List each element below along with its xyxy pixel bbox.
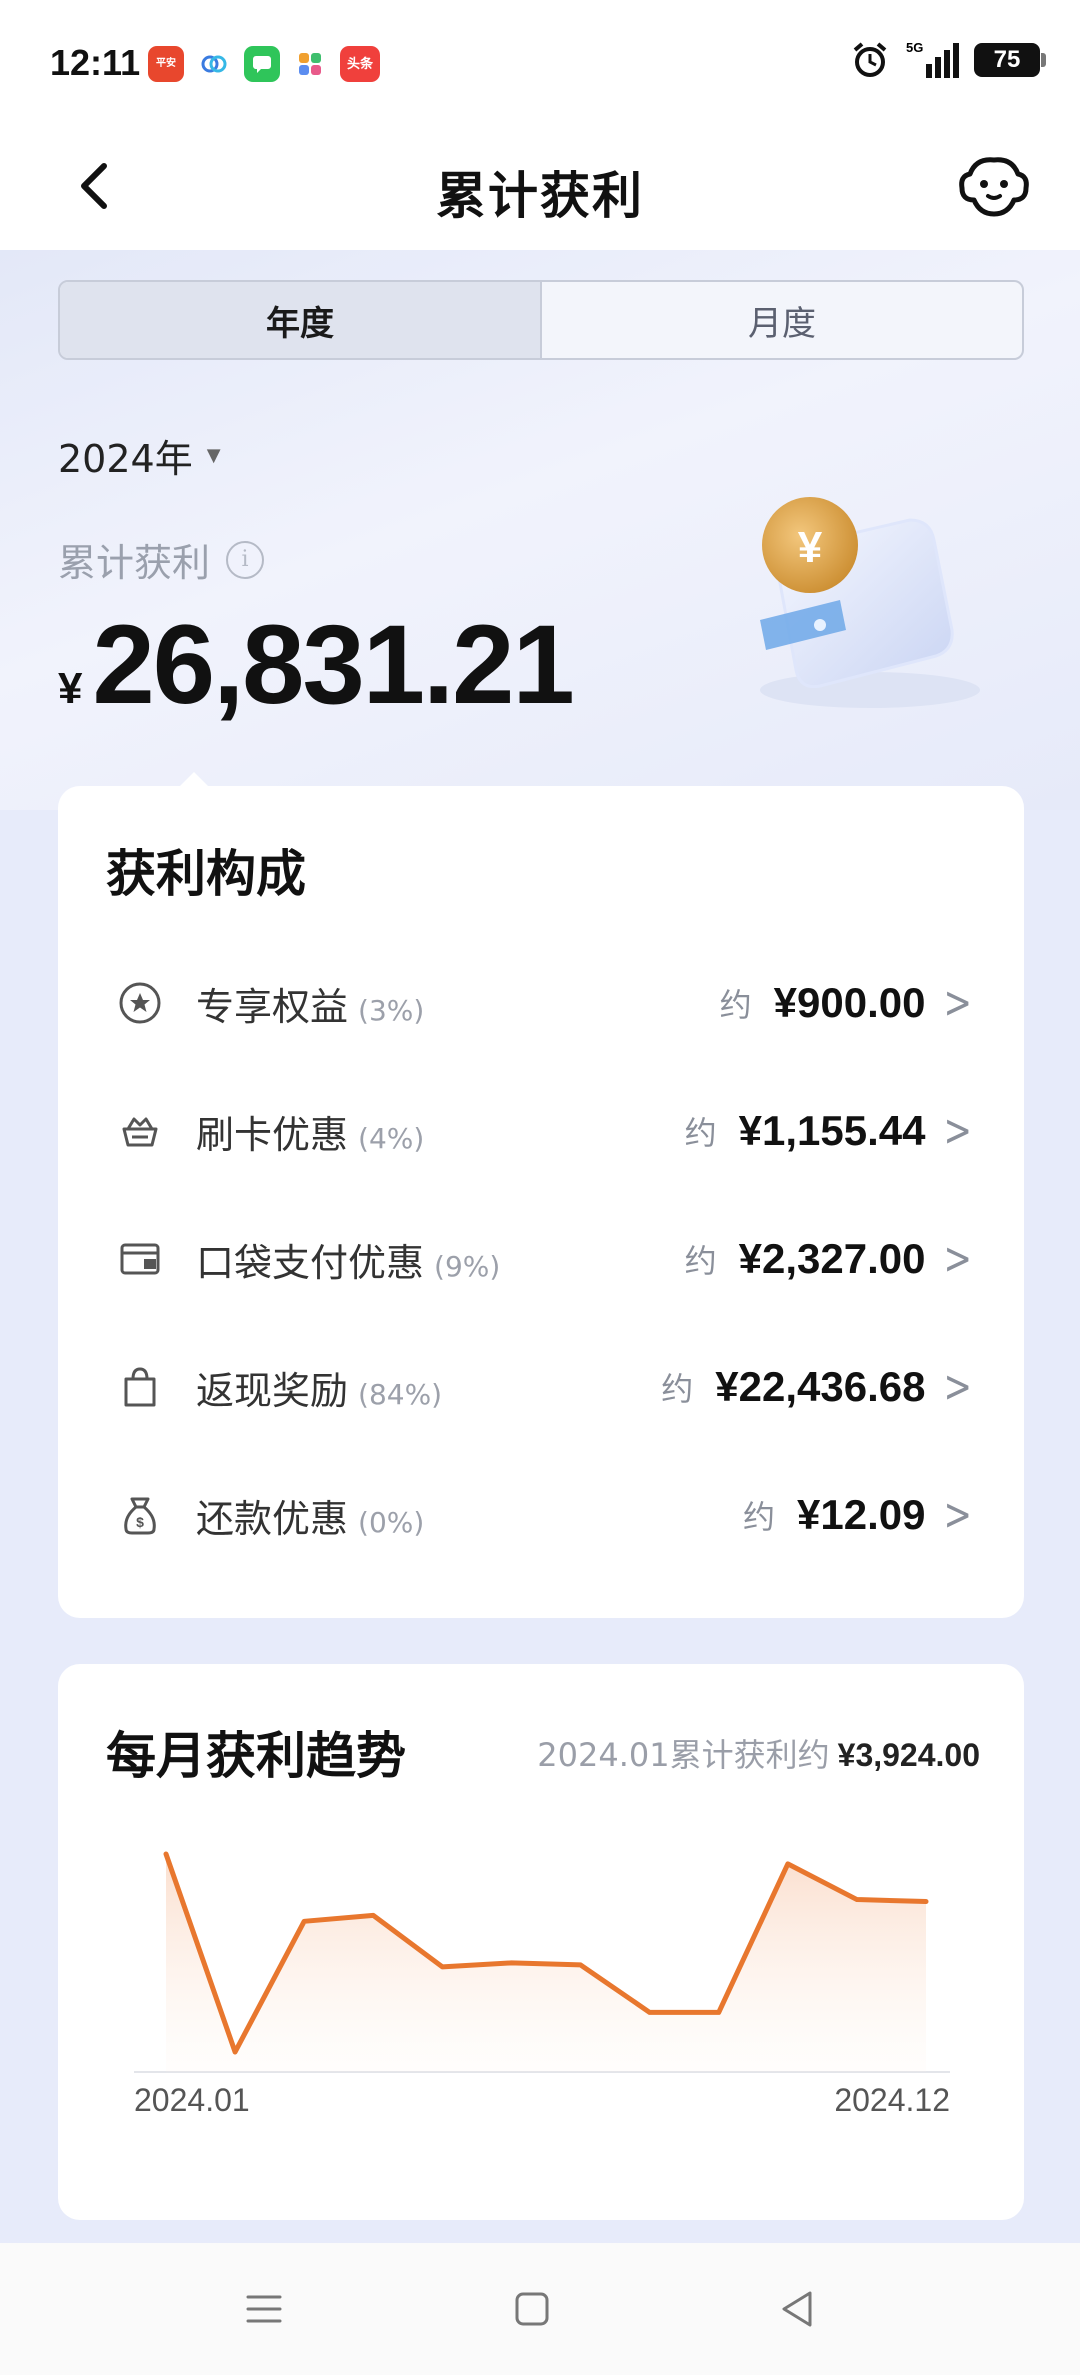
composition-item-repayment-discount[interactable]: $ 还款优惠 (0%) 约 ¥12.09 > bbox=[58, 1470, 1024, 1560]
chevron-right-icon: > bbox=[943, 1105, 973, 1157]
composition-item-name: 刷卡优惠 bbox=[196, 1112, 349, 1157]
trend-summary-label: 2024.01累计获利约 bbox=[537, 1736, 830, 1774]
trend-summary-amount: ¥3,924.00 bbox=[837, 1737, 980, 1773]
info-icon[interactable]: i bbox=[226, 540, 265, 579]
money-bag-icon: $ bbox=[124, 1497, 156, 1535]
star-badge-icon bbox=[119, 982, 161, 1024]
total-profit-amount: ¥ 26,831.21 bbox=[58, 600, 575, 729]
trend-summary: 2024.01累计获利约 ¥3,924.00 bbox=[537, 1730, 980, 1776]
card-pointer bbox=[178, 772, 210, 788]
status-bar: 12:11 平安 头条 5G 75 bbox=[0, 0, 1080, 128]
composition-item-pct: (4%) bbox=[358, 1121, 425, 1155]
composition-item-name: 还款优惠 bbox=[196, 1496, 349, 1541]
composition-item-exclusive-benefits[interactable]: 专享权益 (3%) 约 ¥900.00 > bbox=[58, 958, 1024, 1048]
message-app-icon bbox=[244, 46, 280, 82]
summary-hero: 年度 月度 2024年 ▼ 累计获利 i ¥ 26,831.21 ¥ bbox=[0, 250, 1080, 810]
composition-item-amount: ¥2,327.00 bbox=[738, 1235, 926, 1282]
total-profit-label-row: 累计获利 i bbox=[58, 532, 265, 587]
tab-yearly[interactable]: 年度 bbox=[60, 282, 542, 358]
back-triangle-icon[interactable] bbox=[774, 2285, 822, 2333]
x-axis-start-label: 2024.01 bbox=[134, 2082, 250, 2118]
composition-item-amount: ¥900.00 bbox=[773, 979, 926, 1026]
approx-label: 约 bbox=[684, 1242, 717, 1280]
toutiao-app-icon: 头条 bbox=[340, 46, 380, 82]
x-axis-end-label: 2024.12 bbox=[834, 2082, 950, 2118]
wallet-coin-illustration: ¥ bbox=[760, 497, 980, 708]
svg-text:5G: 5G bbox=[906, 40, 923, 55]
total-profit-value: 26,831.21 bbox=[92, 602, 574, 727]
status-app-icons: 平安 头条 bbox=[148, 46, 380, 82]
menu-icon[interactable] bbox=[240, 2285, 288, 2333]
status-indicators: 5G 75 bbox=[850, 40, 1046, 80]
year-value: 2024年 bbox=[58, 437, 193, 481]
composition-item-name: 返现奖励 bbox=[196, 1368, 349, 1413]
composition-item-pct: (84%) bbox=[358, 1377, 443, 1411]
alarm-icon bbox=[853, 42, 887, 77]
home-icon[interactable] bbox=[508, 2285, 556, 2333]
composition-item-card-discount[interactable]: 刷卡优惠 (4%) 约 ¥1,155.44 > bbox=[58, 1086, 1024, 1176]
customer-service-icon[interactable] bbox=[956, 154, 1032, 220]
composition-title: 获利构成 bbox=[106, 845, 306, 903]
composition-item-pct: (0%) bbox=[358, 1505, 425, 1539]
svg-text:¥: ¥ bbox=[798, 523, 823, 572]
chevron-right-icon: > bbox=[943, 1233, 973, 1285]
shopping-bag-icon bbox=[124, 1367, 156, 1407]
total-profit-label: 累计获利 bbox=[58, 541, 211, 585]
composition-item-name: 专享权益 bbox=[196, 984, 349, 1029]
year-dropdown[interactable]: 2024年 ▼ bbox=[58, 428, 221, 483]
swirl-app-icon bbox=[196, 46, 232, 82]
tab-monthly[interactable]: 月度 bbox=[542, 282, 1022, 358]
pingan-bank-app-icon: 平安 bbox=[148, 46, 184, 82]
monthly-trend-card: 每月获利趋势 2024.01累计获利约 ¥3,924.00 2024.01 20… bbox=[58, 1664, 1024, 2220]
approx-label: 约 bbox=[743, 1498, 776, 1536]
trend-title: 每月获利趋势 bbox=[106, 1727, 406, 1785]
nav-bar: 累计获利 bbox=[0, 128, 1080, 250]
composition-item-name: 口袋支付优惠 bbox=[196, 1240, 425, 1285]
approx-label: 约 bbox=[684, 1114, 717, 1152]
signal-icon: 5G bbox=[906, 40, 959, 78]
composition-item-pct: (3%) bbox=[358, 993, 425, 1027]
battery-indicator: 75 bbox=[974, 43, 1046, 77]
chevron-right-icon: > bbox=[943, 977, 973, 1029]
caret-down-icon: ▼ bbox=[206, 445, 221, 466]
composition-item-amount: ¥22,436.68 bbox=[715, 1363, 926, 1410]
svg-text:$: $ bbox=[136, 1514, 144, 1530]
composition-item-amount: ¥1,155.44 bbox=[738, 1107, 926, 1154]
period-tabs: 年度 月度 bbox=[58, 280, 1024, 360]
currency-symbol: ¥ bbox=[58, 664, 83, 713]
wallet-card-icon bbox=[120, 1243, 160, 1275]
approx-label: 约 bbox=[661, 1370, 694, 1408]
composition-item-amount: ¥12.09 bbox=[797, 1491, 926, 1538]
composition-item-pocket-pay-discount[interactable]: 口袋支付优惠 (9%) 约 ¥2,327.00 > bbox=[58, 1214, 1024, 1304]
composition-item-cashback-rewards[interactable]: 返现奖励 (84%) 约 ¥22,436.68 > bbox=[58, 1342, 1024, 1432]
profit-composition-card: 获利构成 专享权益 (3%) 约 ¥900.00 > 刷卡优惠 (4%) 约 ¥… bbox=[58, 772, 1024, 1618]
approx-label: 约 bbox=[719, 986, 752, 1024]
composition-item-pct: (9%) bbox=[434, 1249, 501, 1283]
photos-app-icon bbox=[292, 46, 328, 82]
basket-icon bbox=[122, 1117, 158, 1147]
page-title: 累计获利 bbox=[436, 167, 644, 225]
chevron-right-icon: > bbox=[943, 1489, 973, 1541]
system-navigation-bar bbox=[0, 2243, 1080, 2375]
status-time: 12:11 bbox=[50, 42, 141, 83]
chevron-right-icon: > bbox=[943, 1361, 973, 1413]
